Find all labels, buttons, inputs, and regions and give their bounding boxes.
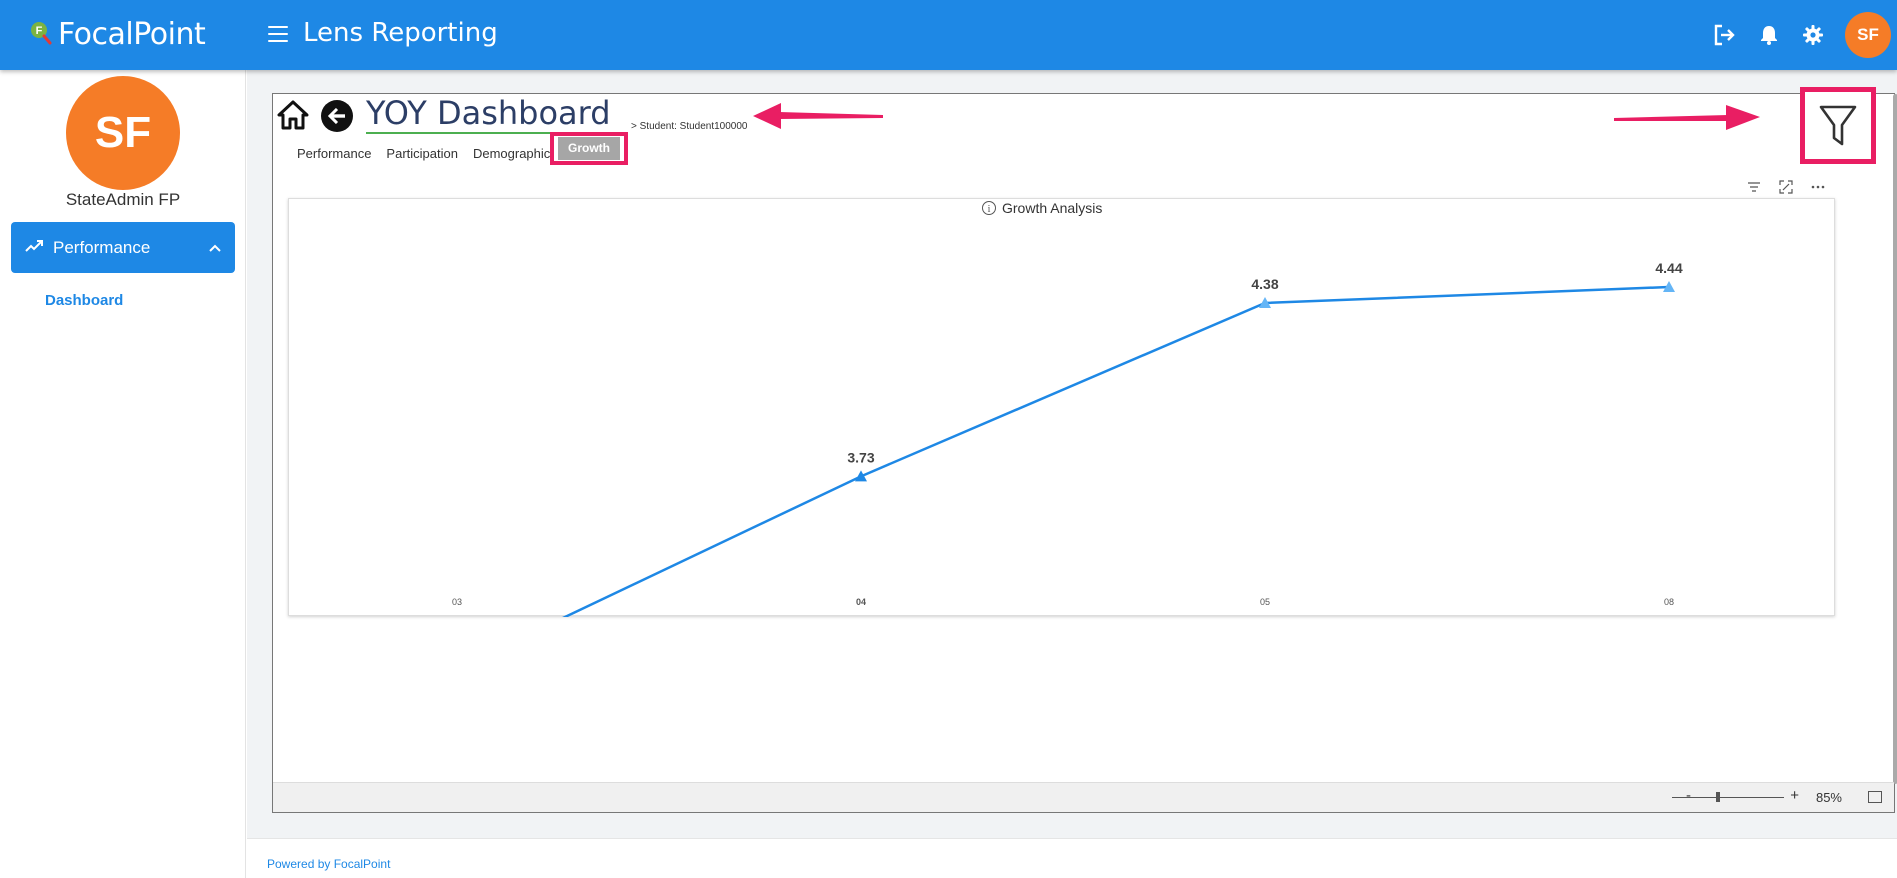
sidebar-avatar: SF [66,76,180,190]
filter-button[interactable] [1800,87,1876,164]
chart-title: Growth Analysis [1002,200,1102,216]
hamburger-menu-icon[interactable] [268,26,288,42]
x-tick-label: 08 [1664,597,1674,607]
report-footer: - + 85% [273,782,1894,812]
bell-icon[interactable] [1747,13,1791,57]
home-icon[interactable] [277,100,309,135]
dashboard-panel: YOY Dashboard > Student: Student100000 P… [272,87,1897,813]
tab-participation[interactable]: Participation [386,146,458,161]
x-tick-label: 05 [1260,597,1270,607]
annotation-arrow-left [753,103,883,129]
zoom-in-button[interactable]: + [1790,787,1799,804]
page-footer: Powered by FocalPoint [247,838,1897,878]
zoom-slider[interactable] [1672,792,1784,802]
zoom-level: 85% [1815,790,1842,805]
tab-bar: Performance Participation Demographics [297,138,572,168]
gear-icon[interactable] [1791,13,1835,57]
data-label: 3.73 [847,449,874,465]
user-avatar[interactable]: SF [1845,12,1891,58]
chart-filter-icon[interactable] [1743,176,1765,198]
data-label: 4.38 [1251,276,1278,292]
x-tick-label: 03 [452,597,462,607]
fit-to-page-icon[interactable] [1868,791,1882,803]
sidebar-item-dashboard[interactable]: Dashboard [45,292,123,309]
trending-up-icon [25,239,43,257]
focalpoint-logo-icon: F [28,19,54,49]
annotation-arrow-right [1614,105,1760,130]
svg-text:F: F [36,25,43,37]
sidebar-item-label: Performance [53,237,151,257]
series-line [562,285,1670,617]
chart-toolbar [1743,176,1829,198]
growth-analysis-chart: iGrowth Analysis3.01033.73044.38054.4408 [288,198,1835,617]
zoom-slider-thumb[interactable] [1716,792,1720,802]
page-title: YOY Dashboard [366,94,613,134]
data-label: 4.44 [1655,260,1682,276]
powered-by-link[interactable]: Powered by FocalPoint [267,857,390,871]
sidebar: SF StateAdmin FP Performance Dashboard [0,70,246,878]
more-options-icon[interactable] [1807,176,1829,198]
info-icon-glyph: i [988,204,991,215]
tab-performance[interactable]: Performance [297,146,371,161]
zoom-out-button[interactable]: - [1686,787,1691,804]
sidebar-item-performance[interactable]: Performance [11,222,235,273]
brand[interactable]: F FocalPoint [28,16,206,52]
line-chart: iGrowth Analysis3.01033.73044.38054.4408 [452,200,1683,617]
tab-growth[interactable]: Growth [550,132,628,165]
tab-growth-label: Growth [558,137,620,160]
filter-funnel-icon [1819,105,1857,145]
top-bar: F FocalPoint Lens Reporting SF [0,0,1897,70]
tab-demographics[interactable]: Demographics [473,146,557,161]
vertical-scrollbar[interactable] [1893,94,1897,784]
logout-icon[interactable] [1703,13,1747,57]
focus-mode-icon[interactable] [1775,176,1797,198]
x-tick-label: 04 [856,597,866,607]
breadcrumb: > Student: Student100000 [631,121,748,132]
chevron-up-icon [209,239,221,257]
app-title: Lens Reporting [303,18,498,48]
user-name: StateAdmin FP [65,190,181,209]
main-content: YOY Dashboard > Student: Student100000 P… [247,70,1897,838]
back-arrow-icon[interactable] [321,100,353,132]
brand-name: FocalPoint [58,16,206,52]
